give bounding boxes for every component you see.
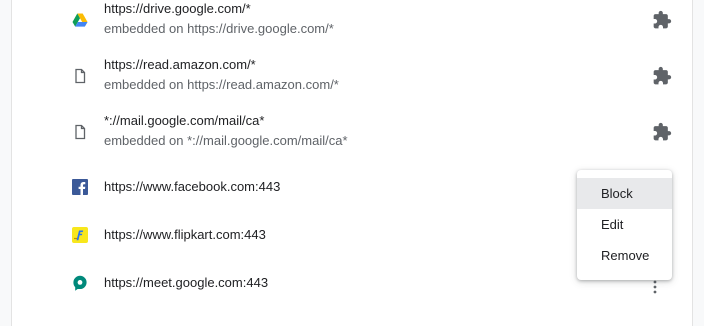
menu-item-edit[interactable]: Edit <box>577 209 672 240</box>
action-menu: Block Edit Remove <box>577 170 672 280</box>
extension-puzzle-icon[interactable] <box>652 66 672 86</box>
menu-item-remove[interactable]: Remove <box>577 240 672 271</box>
embedded-on-text: embedded on *://mail.google.com/mail/ca* <box>104 133 348 148</box>
more-actions-icon[interactable] <box>651 280 659 294</box>
extension-puzzle-icon[interactable] <box>652 122 672 142</box>
page-icon <box>72 68 88 84</box>
list-item: https://read.amazon.com/* embedded on ht… <box>12 56 692 112</box>
extension-puzzle-icon[interactable] <box>652 10 672 30</box>
site-pattern: https://meet.google.com:443 <box>104 275 269 290</box>
embedded-on-text: embedded on https://read.amazon.com/* <box>104 77 339 92</box>
list-item: *://mail.google.com/mail/ca* embedded on… <box>12 112 692 168</box>
facebook-icon <box>72 179 88 195</box>
embedded-on-text: embedded on https://drive.google.com/* <box>104 21 334 36</box>
site-pattern: https://read.amazon.com/* <box>104 57 256 72</box>
site-pattern: https://drive.google.com/* <box>104 1 251 16</box>
flipkart-icon <box>72 227 88 243</box>
site-pattern: https://www.flipkart.com:443 <box>104 227 266 242</box>
google-meet-icon <box>72 275 88 291</box>
list-item: https://drive.google.com/* embedded on h… <box>12 0 692 56</box>
google-drive-icon <box>72 12 88 28</box>
page-icon <box>72 124 88 140</box>
menu-item-block[interactable]: Block <box>577 178 672 209</box>
site-pattern: https://www.facebook.com:443 <box>104 179 281 194</box>
site-pattern: *://mail.google.com/mail/ca* <box>104 113 265 128</box>
